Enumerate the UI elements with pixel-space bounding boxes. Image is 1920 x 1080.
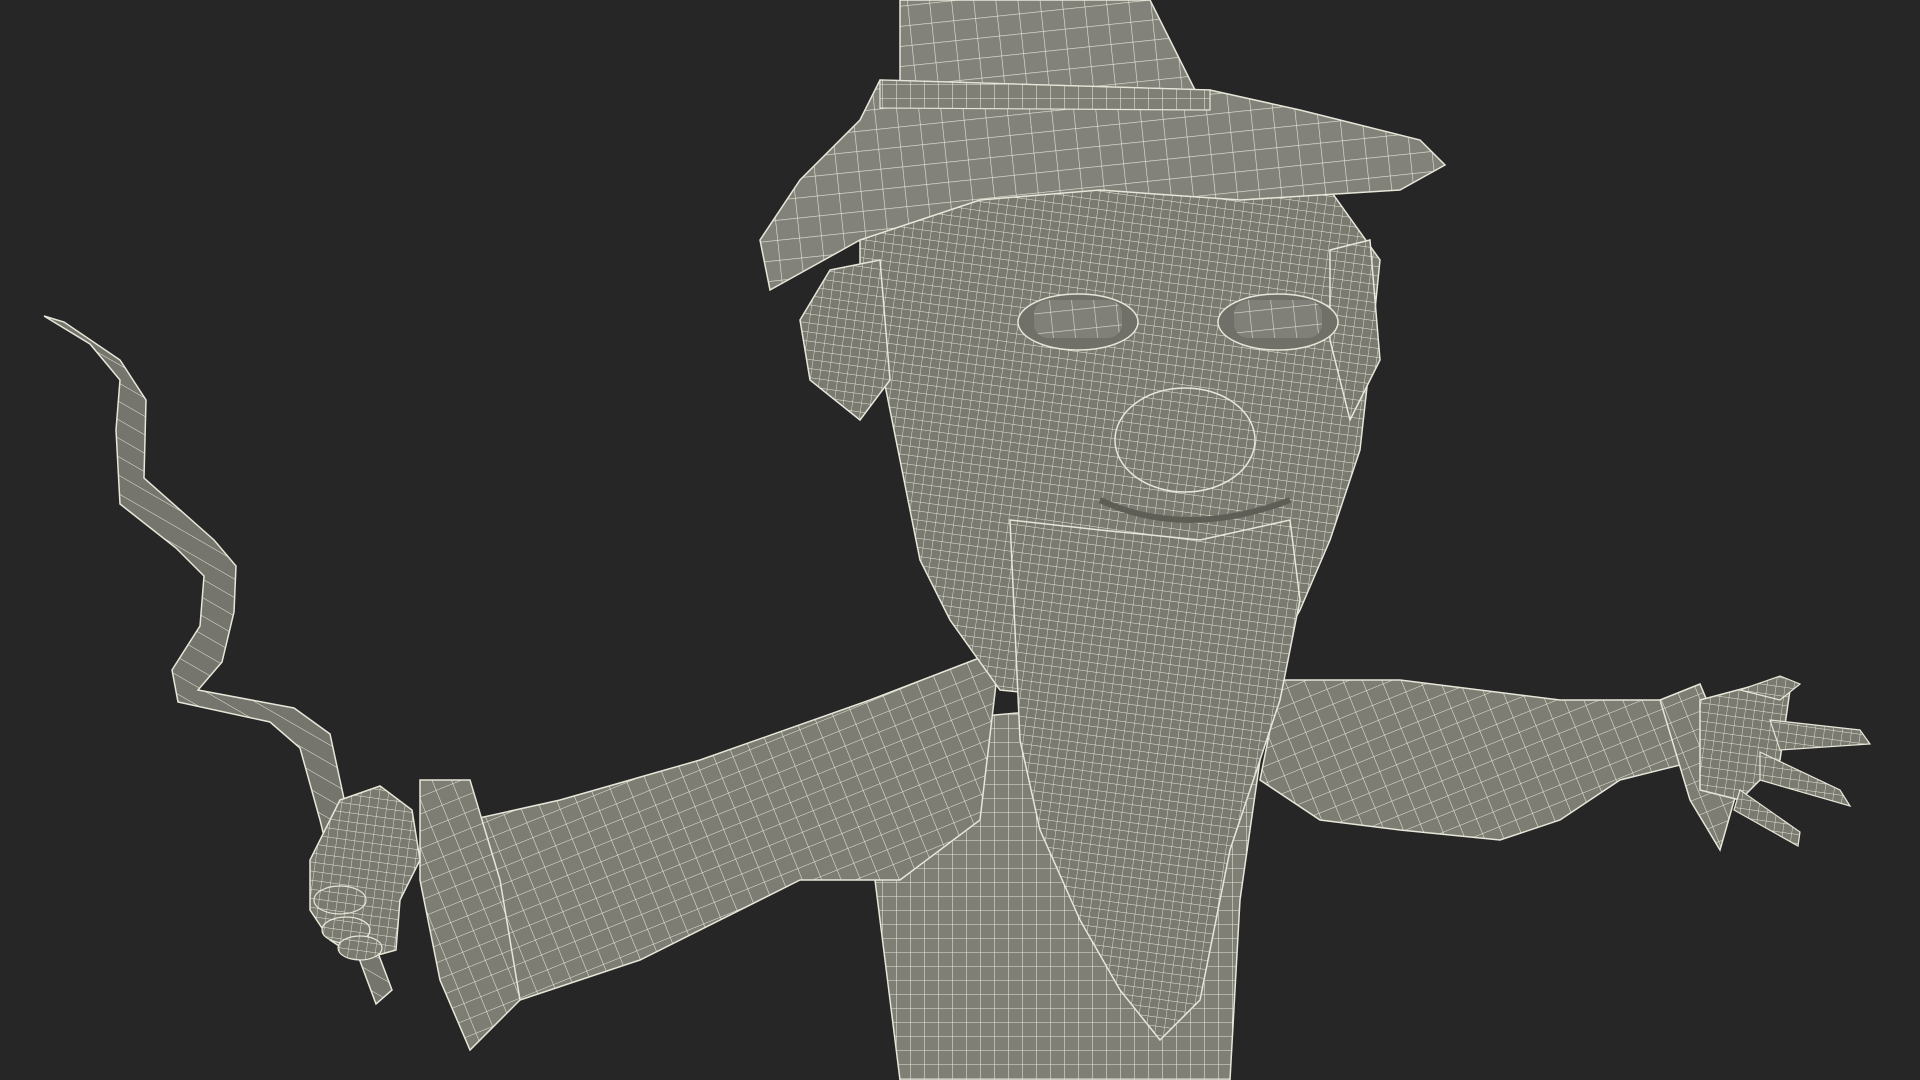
right-arm xyxy=(1259,679,1741,852)
render-viewport xyxy=(0,0,1920,1080)
wireframe-render xyxy=(43,0,1872,1080)
